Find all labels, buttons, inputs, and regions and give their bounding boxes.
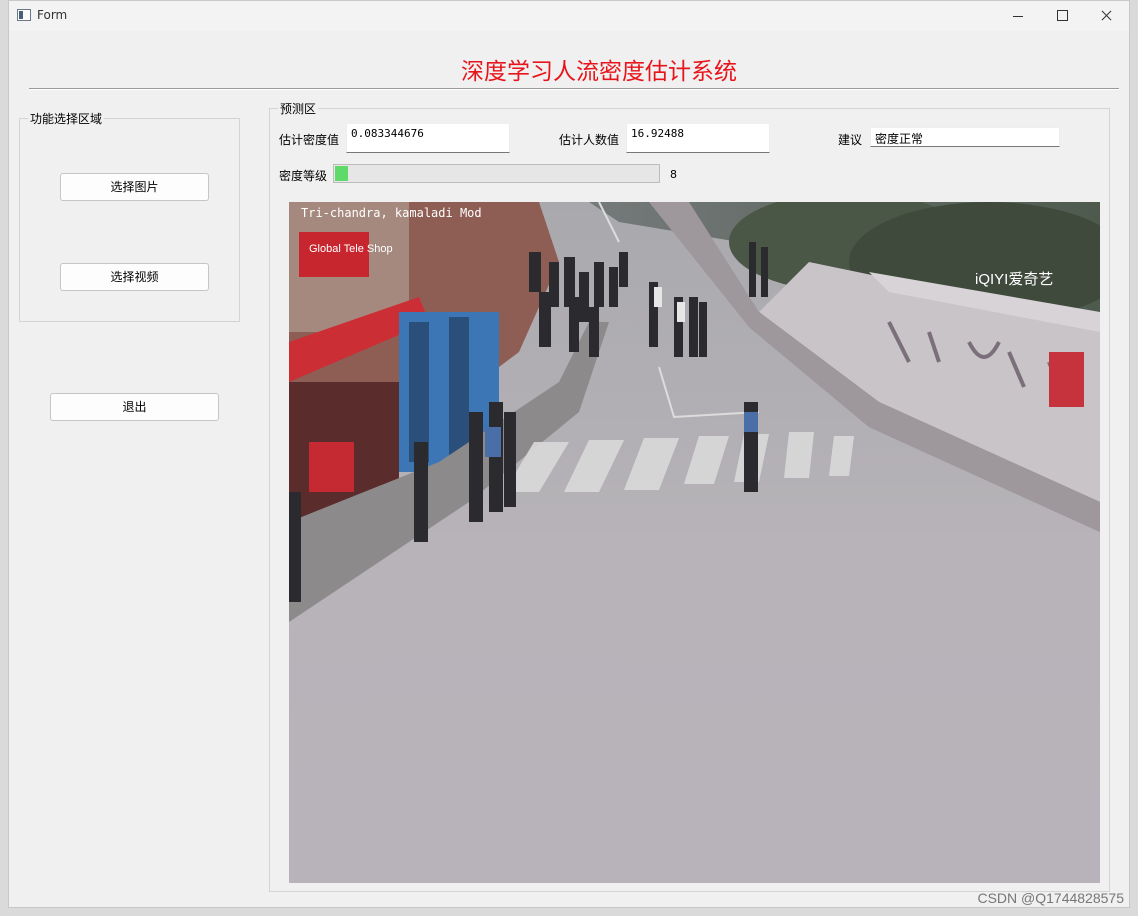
video-caption: Tri-chandra, kamaladi Mod	[301, 206, 482, 220]
title-divider	[29, 88, 1119, 90]
count-value-field[interactable]: 16.92488	[626, 123, 770, 153]
function-group-title: 功能选择区域	[28, 110, 105, 127]
shop-sign-text: Global Tele Shop	[309, 243, 393, 255]
app-window-icon	[17, 9, 31, 21]
advice-label: 建议	[838, 133, 863, 147]
advice-field[interactable]: 密度正常	[870, 127, 1060, 147]
function-group: 功能选择区域	[19, 110, 240, 322]
video-logo: iQIYI爱奇艺	[975, 271, 1053, 288]
density-level-label: 密度等级	[279, 169, 328, 183]
video-frame: Global Tele Shop Tri-chandra, kamaladi M…	[289, 202, 1100, 883]
street-scene-image: Global Tele Shop Tri-chandra, kamaladi M…	[289, 202, 1100, 883]
minimize-icon[interactable]	[995, 1, 1041, 31]
exit-button[interactable]: 退出	[50, 393, 219, 421]
density-label: 估计密度值	[279, 133, 340, 147]
csdn-watermark: CSDN @Q1744828575	[977, 890, 1124, 906]
select-video-button[interactable]: 选择视频	[60, 263, 209, 291]
title-bar: Form	[9, 1, 1129, 31]
close-icon[interactable]	[1084, 1, 1129, 31]
density-value-field[interactable]: 0.083344676	[346, 123, 510, 153]
prediction-group-title: 预测区	[278, 100, 319, 117]
main-window: Form 深度学习人流密度估计系统 功能选择区域 选择图片 选择视频 退出 预测…	[8, 0, 1130, 908]
density-level-value: 8	[670, 168, 677, 181]
app-title: 深度学习人流密度估计系统	[461, 59, 737, 85]
density-level-fill	[335, 166, 348, 181]
maximize-icon[interactable]	[1039, 1, 1085, 31]
select-image-button[interactable]: 选择图片	[60, 173, 209, 201]
density-level-bar	[333, 164, 660, 183]
count-label: 估计人数值	[559, 133, 620, 147]
window-title: Form	[37, 8, 68, 22]
